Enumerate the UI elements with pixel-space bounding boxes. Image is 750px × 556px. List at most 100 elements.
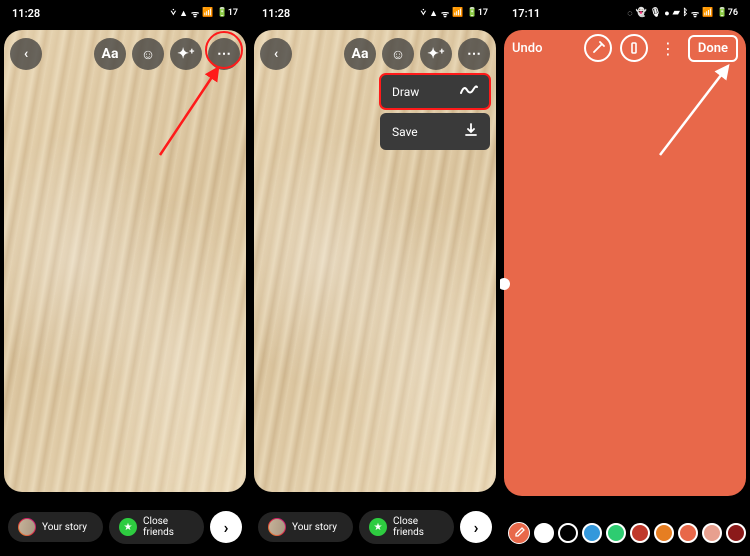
chevron-left-icon: ‹: [274, 46, 278, 62]
color-swatch[interactable]: [702, 523, 722, 543]
story-top-toolbar: ‹ Aa ☺ ✦⁺ ⋯: [0, 34, 250, 74]
text-icon: Aa: [352, 46, 369, 62]
story-share-bar: Your story ★ Close friends ›: [0, 510, 250, 544]
status-bar: 17:11 ◌ 👻 🎙 ● ▰ ᛒ ᯤ 📶 🔋76: [500, 0, 750, 26]
chevron-right-icon: ›: [474, 518, 479, 537]
more-options-dropdown: Draw Save: [380, 74, 490, 154]
status-icons: ⩒ ▲ ᯤ 📶 🔋17: [171, 7, 238, 20]
story-top-toolbar: ‹ Aa ☺ ✦⁺ ⋯: [250, 34, 500, 74]
editor-tools: Aa ☺ ✦⁺ ⋯: [94, 38, 240, 70]
squiggle-icon: [460, 84, 478, 99]
send-to-button[interactable]: ›: [210, 511, 242, 543]
more-tools-button[interactable]: ⋮: [656, 39, 680, 58]
marker-tool-button[interactable]: [620, 34, 648, 62]
color-swatch[interactable]: [534, 523, 554, 543]
done-button[interactable]: Done: [688, 35, 738, 62]
signal-icon: 📶: [202, 8, 213, 18]
sticker-tool-button[interactable]: ☺: [382, 38, 414, 70]
story-photo-preview: [4, 30, 246, 492]
eyedropper-icon: [513, 527, 525, 539]
close-friends-label: Close friends: [143, 516, 194, 538]
color-swatch[interactable]: [678, 523, 698, 543]
status-bar: 11:28 ⩒ ▲ ᯤ 📶 🔋17: [0, 0, 250, 26]
drawing-canvas[interactable]: [504, 30, 746, 496]
color-swatch[interactable]: [630, 523, 650, 543]
battery-icon: 🔋17: [466, 8, 488, 18]
whatsapp-icon: ◌: [627, 8, 632, 19]
ellipsis-icon: ⋯: [217, 46, 231, 62]
bt-icon: ᛒ: [683, 8, 688, 18]
mic-icon: 🎙: [650, 8, 661, 18]
status-icons: ◌ 👻 🎙 ● ▰ ᛒ ᯤ 📶 🔋76: [627, 7, 738, 20]
status-icons: ⩒ ▲ ᯤ 📶 🔋17: [421, 7, 488, 20]
more-options-button[interactable]: ⋯: [208, 38, 240, 70]
text-tool-button[interactable]: Aa: [94, 38, 126, 70]
close-friends-button[interactable]: ★ Close friends: [109, 510, 204, 544]
wifi-icon: ▲: [429, 8, 438, 19]
sticker-tool-button[interactable]: ☺: [132, 38, 164, 70]
drawing-tools-group: ⋮ Done: [584, 34, 738, 62]
back-button[interactable]: ‹: [10, 38, 42, 70]
effects-tool-button[interactable]: ✦⁺: [170, 38, 202, 70]
chevron-left-icon: ‹: [24, 46, 28, 62]
pen-icon: [591, 41, 605, 55]
sparkle-icon: ✦⁺: [177, 46, 194, 62]
pen-tool-button[interactable]: [584, 34, 612, 62]
screenshot-panel-3: 17:11 ◌ 👻 🎙 ● ▰ ᛒ ᯤ 📶 🔋76 Undo ⋮ Done: [500, 0, 750, 556]
sticker-icon: ☺: [391, 46, 405, 63]
story-avatar-icon: [18, 518, 36, 536]
signal-icon: 📶: [702, 8, 713, 18]
download-icon: [464, 123, 478, 140]
battery-icon: 🔋17: [216, 8, 238, 18]
wifi-icon: ᯤ: [441, 7, 449, 20]
menu-item-draw[interactable]: Draw: [380, 74, 490, 109]
your-story-button[interactable]: Your story: [258, 512, 353, 542]
story-share-bar: Your story ★ Close friends ›: [250, 510, 500, 544]
your-story-button[interactable]: Your story: [8, 512, 103, 542]
color-swatch[interactable]: [606, 523, 626, 543]
color-swatch[interactable]: [654, 523, 674, 543]
color-swatch[interactable]: [726, 523, 746, 543]
sparkle-icon: ✦⁺: [427, 46, 444, 62]
dot-icon: ●: [664, 8, 669, 19]
your-story-label: Your story: [42, 522, 87, 533]
screenshot-panel-2: 11:28 ⩒ ▲ ᯤ 📶 🔋17 ‹ Aa ☺ ✦⁺ ⋯: [250, 0, 500, 556]
close-friends-label: Close friends: [393, 516, 444, 538]
story-avatar-icon: [268, 518, 286, 536]
status-time: 11:28: [12, 7, 40, 20]
wifi-icon: ᯤ: [691, 7, 699, 20]
color-palette: [500, 522, 750, 544]
send-to-button[interactable]: ›: [460, 511, 492, 543]
back-button[interactable]: ‹: [260, 38, 292, 70]
snapchat-icon: 👻: [636, 8, 647, 18]
close-friends-star-icon: ★: [119, 518, 137, 536]
discord-icon: ▰: [673, 8, 680, 18]
more-options-button[interactable]: ⋯: [458, 38, 490, 70]
close-friends-button[interactable]: ★ Close friends: [359, 510, 454, 544]
effects-tool-button[interactable]: ✦⁺: [420, 38, 452, 70]
status-bar: 11:28 ⩒ ▲ ᯤ 📶 🔋17: [250, 0, 500, 26]
text-tool-button[interactable]: Aa: [344, 38, 376, 70]
text-icon: Aa: [102, 46, 119, 62]
eyedropper-button[interactable]: [508, 522, 530, 544]
your-story-label: Your story: [292, 522, 337, 533]
color-swatch[interactable]: [558, 523, 578, 543]
volte-icon: ⩒: [171, 8, 176, 18]
drawing-toolbar: Undo ⋮ Done: [500, 34, 750, 62]
wifi-icon: ᯤ: [191, 7, 199, 20]
status-time: 11:28: [262, 7, 290, 20]
chevron-right-icon: ›: [224, 518, 229, 537]
wifi-icon: ▲: [179, 8, 188, 19]
save-label: Save: [392, 125, 418, 139]
sticker-icon: ☺: [141, 46, 155, 63]
screenshot-panel-1: 11:28 ⩒ ▲ ᯤ 📶 🔋17 ‹ Aa ☺ ✦⁺ ⋯: [0, 0, 250, 556]
editor-tools: Aa ☺ ✦⁺ ⋯: [344, 38, 490, 70]
volte-icon: ⩒: [421, 8, 426, 18]
color-swatch[interactable]: [582, 523, 602, 543]
ellipsis-icon: ⋯: [467, 46, 481, 62]
menu-item-save[interactable]: Save: [380, 113, 490, 150]
undo-button[interactable]: Undo: [512, 41, 542, 56]
marker-icon: [627, 41, 641, 55]
kebab-icon: ⋮: [660, 39, 676, 58]
status-time: 17:11: [512, 7, 540, 20]
